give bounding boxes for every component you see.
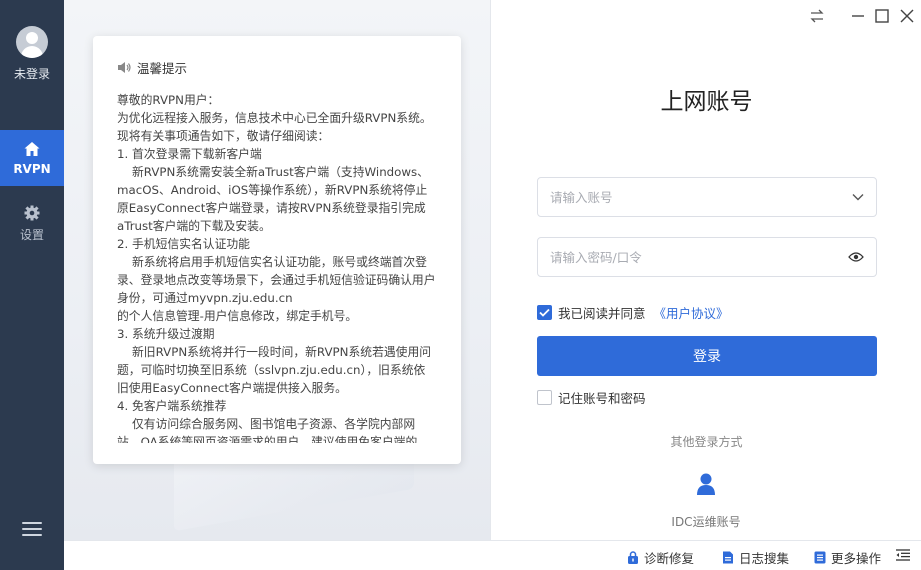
login-button[interactable]: 登录 xyxy=(537,336,877,376)
check-icon xyxy=(539,308,550,317)
idc-label: IDC运维账号 xyxy=(671,515,741,529)
gear-icon xyxy=(24,205,40,221)
minimize-icon[interactable] xyxy=(852,8,864,24)
user-agreement-link[interactable]: 《用户协议》 xyxy=(654,303,729,322)
notice-heading: 温馨提示 xyxy=(117,58,437,77)
remember-label: 记住账号和密码 xyxy=(558,391,646,406)
user-icon[interactable] xyxy=(695,472,717,496)
status-bar: 诊断修复 日志搜集 更多操作 xyxy=(64,540,921,570)
eye-icon[interactable] xyxy=(848,251,864,263)
agreement-row: 我已阅读并同意 《用户协议》 xyxy=(537,303,729,322)
diagnose-button[interactable]: 诊断修复 xyxy=(627,548,694,567)
more-actions-label: 更多操作 xyxy=(831,551,882,566)
maximize-icon[interactable] xyxy=(875,8,889,24)
sidebar-item-label: 设置 xyxy=(19,228,44,242)
diagnose-label: 诊断修复 xyxy=(644,551,695,566)
agree-label: 我已阅读并同意 xyxy=(558,306,646,321)
repair-icon xyxy=(628,551,638,564)
password-input[interactable] xyxy=(550,249,848,265)
sidebar: 未登录 RVPN 设置 xyxy=(0,0,64,570)
collapse-panel-icon[interactable] xyxy=(896,549,910,561)
close-icon[interactable] xyxy=(900,8,914,24)
list-icon xyxy=(814,551,826,564)
sidebar-item-rvpn[interactable]: RVPN xyxy=(0,130,64,186)
notice-body-text[interactable]: 尊敬的RVPN用户： 为优化远程接入服务，信息技术中心已全面升级RVPN系统。现… xyxy=(117,91,437,443)
account-input[interactable] xyxy=(550,189,852,205)
remember-row: 记住账号和密码 xyxy=(537,388,646,407)
hamburger-menu-icon[interactable] xyxy=(22,522,42,538)
agree-checkbox[interactable] xyxy=(537,305,552,320)
switch-icon[interactable] xyxy=(809,8,825,24)
sidebar-item-label: RVPN xyxy=(13,162,51,176)
idc-login-option[interactable]: IDC运维账号 xyxy=(656,472,756,530)
user-status-label: 未登录 xyxy=(13,67,50,81)
notice-heading-text: 温馨提示 xyxy=(137,61,188,76)
chevron-down-icon[interactable] xyxy=(852,193,864,201)
other-login-methods-label: 其他登录方式 xyxy=(670,435,743,449)
log-collect-label: 日志搜集 xyxy=(739,551,790,566)
sidebar-item-settings[interactable]: 设置 xyxy=(0,194,64,250)
login-pane: 上网账号 我已阅读并同意 《用户协议》 登录 记住账号和密码 其他登录方式 xyxy=(490,0,921,540)
home-icon xyxy=(24,142,40,156)
password-field[interactable] xyxy=(537,237,877,277)
account-field[interactable] xyxy=(537,177,877,217)
notice-card[interactable]: 温馨提示 尊敬的RVPN用户： 为优化远程接入服务，信息技术中心已全面升级RVP… xyxy=(93,36,461,464)
user-status[interactable]: 未登录 xyxy=(0,26,64,82)
log-collect-button[interactable]: 日志搜集 xyxy=(722,548,789,567)
document-icon xyxy=(723,551,733,564)
speaker-icon xyxy=(118,62,131,73)
more-actions-button[interactable]: 更多操作 xyxy=(814,548,881,567)
remember-checkbox[interactable] xyxy=(537,390,552,405)
login-title: 上网账号 xyxy=(660,89,753,115)
avatar[interactable] xyxy=(16,26,48,58)
